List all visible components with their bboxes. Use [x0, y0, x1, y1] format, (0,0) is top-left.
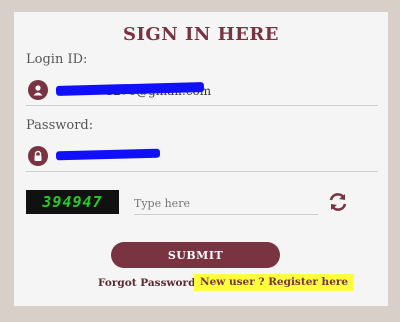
forgot-password-link[interactable]: Forgot Password — [98, 277, 195, 289]
captcha-input[interactable] — [134, 194, 318, 212]
lock-icon — [28, 146, 48, 166]
register-link[interactable]: New user ? Register here — [194, 274, 355, 291]
login-id-label: Login ID: — [26, 52, 88, 67]
refresh-icon[interactable] — [327, 191, 349, 213]
submit-button[interactable]: SUBMIT — [111, 242, 280, 268]
form-title: SIGN IN HERE — [122, 24, 280, 45]
password-redaction — [55, 148, 161, 161]
password-underline — [26, 171, 378, 172]
login-underline — [26, 105, 378, 106]
captcha-underline — [134, 214, 318, 215]
sign-in-card: SIGN IN HERE Login ID: ·············1276… — [14, 12, 388, 306]
password-label: Password: — [26, 118, 94, 133]
captcha-image: 394947 — [26, 190, 119, 214]
user-icon — [28, 80, 48, 100]
